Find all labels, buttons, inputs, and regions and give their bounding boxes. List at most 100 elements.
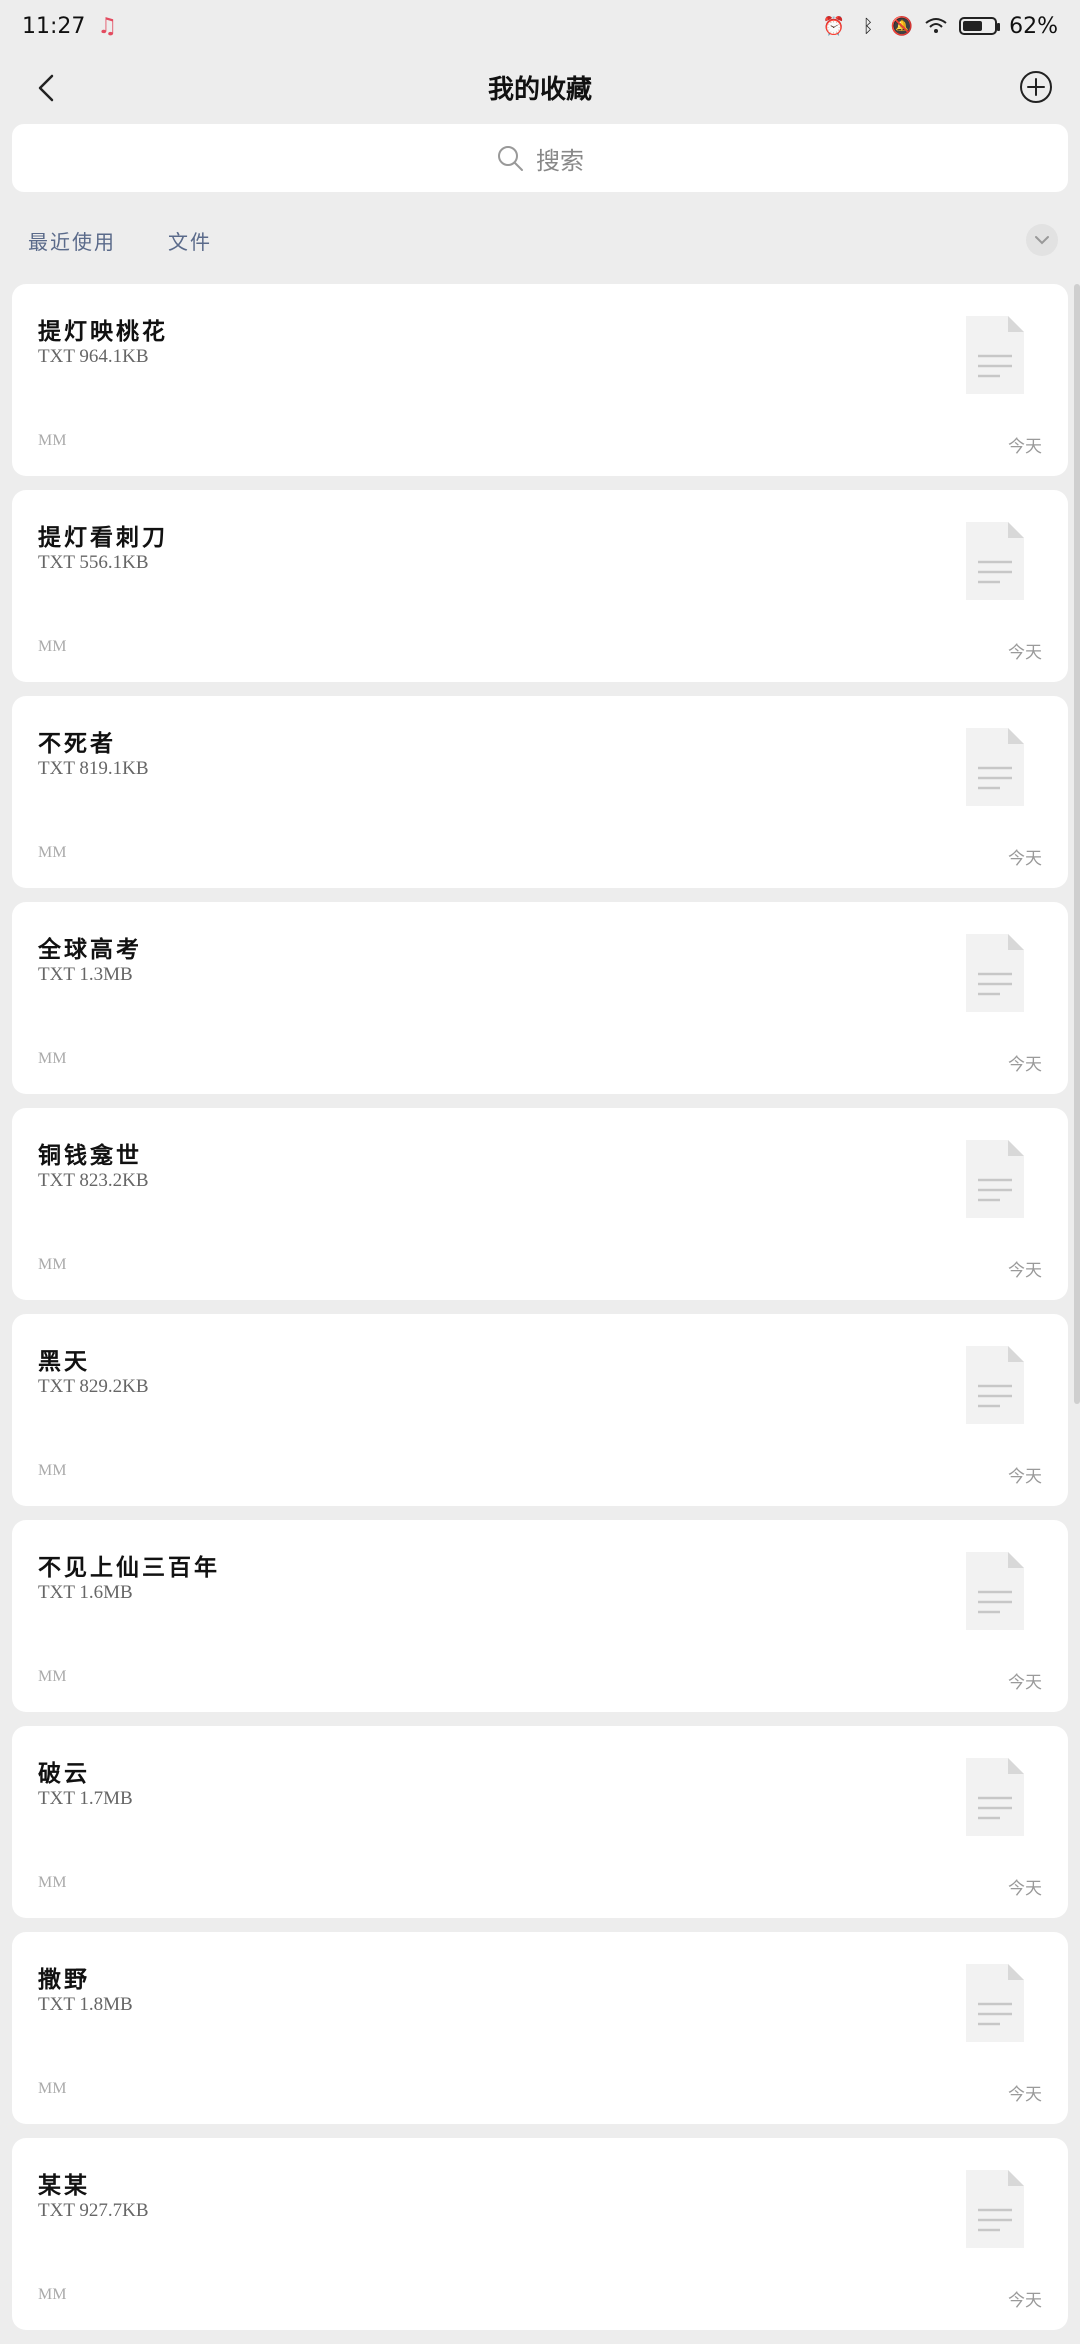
- file-size: 1.8MB: [79, 1994, 133, 2015]
- file-type: TXT: [38, 1994, 75, 2015]
- document-icon: [966, 2170, 1024, 2248]
- file-size: 1.6MB: [79, 1582, 133, 1603]
- file-card[interactable]: 不见上仙三百年 TXT 1.6MB MM 今天: [12, 1520, 1068, 1712]
- file-meta: TXT 819.1KB: [38, 758, 149, 780]
- document-icon: [966, 1964, 1024, 2042]
- file-date: 今天: [1008, 1055, 1042, 1075]
- file-name: 全球高考: [38, 937, 142, 963]
- file-name: 破云: [38, 1761, 90, 1787]
- document-icon: [966, 522, 1024, 600]
- file-source: MM: [38, 1874, 67, 1891]
- chevron-down-icon: [1035, 236, 1049, 245]
- file-type: TXT: [38, 1170, 75, 1191]
- file-source: MM: [38, 844, 67, 861]
- scrollbar[interactable]: [1074, 284, 1080, 1404]
- file-source: MM: [38, 1050, 67, 1067]
- file-meta: TXT 823.2KB: [38, 1170, 149, 1192]
- file-type: TXT: [38, 1788, 75, 1809]
- status-bar: 11:27 ♫ ⏰ ᛒ 🔕 62%: [0, 0, 1080, 52]
- file-source: MM: [38, 1256, 67, 1273]
- file-name: 铜钱龛世: [38, 1143, 142, 1169]
- file-card[interactable]: 某某 TXT 927.7KB MM 今天: [12, 2138, 1068, 2330]
- search-icon: [498, 146, 523, 171]
- plus-circle-icon: [1020, 71, 1052, 103]
- file-source: MM: [38, 1668, 67, 1685]
- file-card[interactable]: 提灯映桃花 TXT 964.1KB MM 今天: [12, 284, 1068, 476]
- file-date: 今天: [1008, 437, 1042, 457]
- back-button[interactable]: [28, 70, 64, 106]
- file-name: 黑天: [38, 1349, 90, 1375]
- file-type: TXT: [38, 346, 75, 367]
- music-icon: ♫: [97, 13, 118, 39]
- search-placeholder: 搜索: [536, 146, 584, 175]
- file-name: 提灯映桃花: [38, 319, 168, 345]
- file-meta: TXT 964.1KB: [38, 346, 149, 368]
- file-size: 927.7KB: [79, 2200, 149, 2221]
- file-size: 964.1KB: [79, 346, 149, 367]
- file-meta: TXT 1.8MB: [38, 1994, 133, 2016]
- file-date: 今天: [1008, 643, 1042, 663]
- wifi-icon: [925, 15, 947, 37]
- file-card[interactable]: 铜钱龛世 TXT 823.2KB MM 今天: [12, 1108, 1068, 1300]
- file-type: TXT: [38, 1376, 75, 1397]
- file-date: 今天: [1008, 2291, 1042, 2311]
- file-size: 823.2KB: [79, 1170, 149, 1191]
- file-date: 今天: [1008, 2085, 1042, 2105]
- file-card[interactable]: 黑天 TXT 829.2KB MM 今天: [12, 1314, 1068, 1506]
- document-icon: [966, 1346, 1024, 1424]
- search-input[interactable]: 搜索: [12, 124, 1068, 192]
- file-date: 今天: [1008, 849, 1042, 869]
- file-card[interactable]: 提灯看刺刀 TXT 556.1KB MM 今天: [12, 490, 1068, 682]
- page-title: 我的收藏: [487, 74, 592, 105]
- document-icon: [966, 1552, 1024, 1630]
- file-card[interactable]: 撒野 TXT 1.8MB MM 今天: [12, 1932, 1068, 2124]
- tab-files[interactable]: 文件: [168, 226, 212, 255]
- filter-row: 最近使用 文件: [0, 212, 1080, 268]
- battery-icon: [959, 17, 1001, 35]
- file-type: TXT: [38, 758, 75, 779]
- document-icon: [966, 728, 1024, 806]
- document-icon: [966, 1140, 1024, 1218]
- file-source: MM: [38, 432, 67, 449]
- file-source: MM: [38, 2080, 67, 2097]
- file-source: MM: [38, 638, 67, 655]
- file-meta: TXT 829.2KB: [38, 1376, 149, 1398]
- file-size: 556.1KB: [79, 552, 149, 573]
- file-name: 不死者: [38, 731, 116, 757]
- add-button[interactable]: [1016, 67, 1056, 107]
- file-meta: TXT 1.7MB: [38, 1788, 133, 1810]
- document-icon: [966, 1758, 1024, 1836]
- file-size: 1.3MB: [79, 964, 133, 985]
- file-name: 不见上仙三百年: [38, 1555, 220, 1581]
- battery-fill: [963, 21, 982, 31]
- file-card[interactable]: 不死者 TXT 819.1KB MM 今天: [12, 696, 1068, 888]
- mute-icon: 🔕: [890, 15, 914, 37]
- file-date: 今天: [1008, 1261, 1042, 1281]
- file-meta: TXT 1.6MB: [38, 1582, 133, 1604]
- document-icon: [966, 934, 1024, 1012]
- file-meta: TXT 1.3MB: [38, 964, 133, 986]
- status-left: 11:27 ♫: [22, 14, 117, 39]
- alarm-icon: ⏰: [822, 15, 846, 37]
- file-type: TXT: [38, 964, 75, 985]
- status-time: 11:27: [22, 13, 86, 39]
- file-card[interactable]: 破云 TXT 1.7MB MM 今天: [12, 1726, 1068, 1918]
- file-date: 今天: [1008, 1673, 1042, 1693]
- document-icon: [966, 316, 1024, 394]
- battery-percent: 62%: [1009, 13, 1058, 39]
- expand-button[interactable]: [1026, 224, 1058, 256]
- file-name: 撒野: [38, 1967, 90, 1993]
- file-size: 829.2KB: [79, 1376, 149, 1397]
- tab-recent[interactable]: 最近使用: [28, 226, 116, 255]
- file-name: 某某: [38, 2173, 90, 2199]
- file-type: TXT: [38, 1582, 75, 1603]
- file-size: 1.7MB: [79, 1788, 133, 1809]
- file-date: 今天: [1008, 1467, 1042, 1487]
- file-meta: TXT 556.1KB: [38, 552, 149, 574]
- file-card[interactable]: 全球高考 TXT 1.3MB MM 今天: [12, 902, 1068, 1094]
- nav-bar: 我的收藏: [0, 52, 1080, 122]
- file-type: TXT: [38, 2200, 75, 2221]
- file-name: 提灯看刺刀: [38, 525, 168, 551]
- status-right: ⏰ ᛒ 🔕 62%: [823, 14, 1058, 39]
- chevron-left-icon: [38, 74, 54, 102]
